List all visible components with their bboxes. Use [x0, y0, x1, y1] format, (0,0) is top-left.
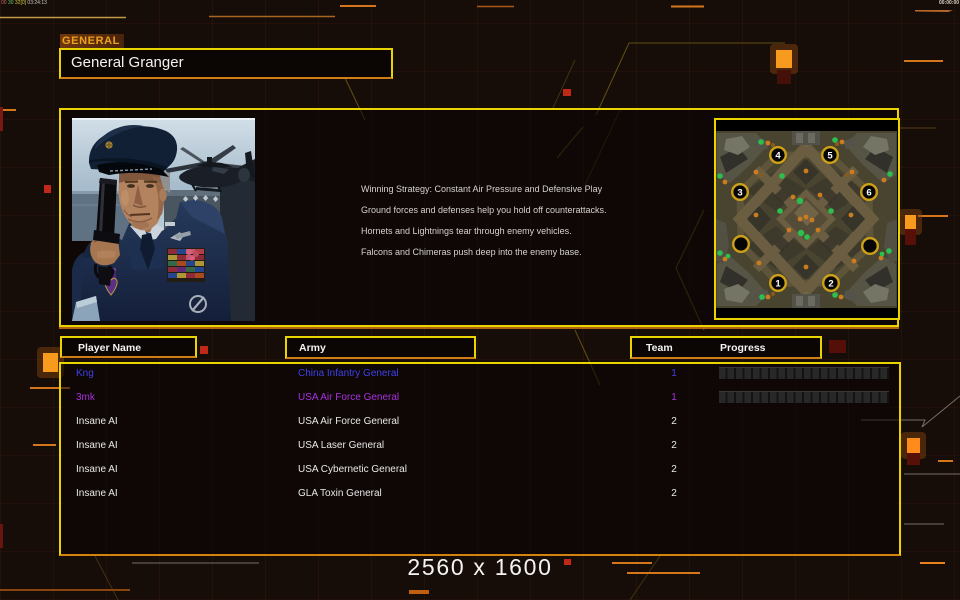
svg-text:6: 6	[866, 188, 871, 199]
svg-text:2: 2	[828, 279, 833, 290]
svg-text:5: 5	[827, 151, 833, 162]
svg-text:3: 3	[737, 188, 742, 199]
svg-text:4: 4	[775, 151, 781, 162]
svg-text:1: 1	[775, 279, 781, 290]
